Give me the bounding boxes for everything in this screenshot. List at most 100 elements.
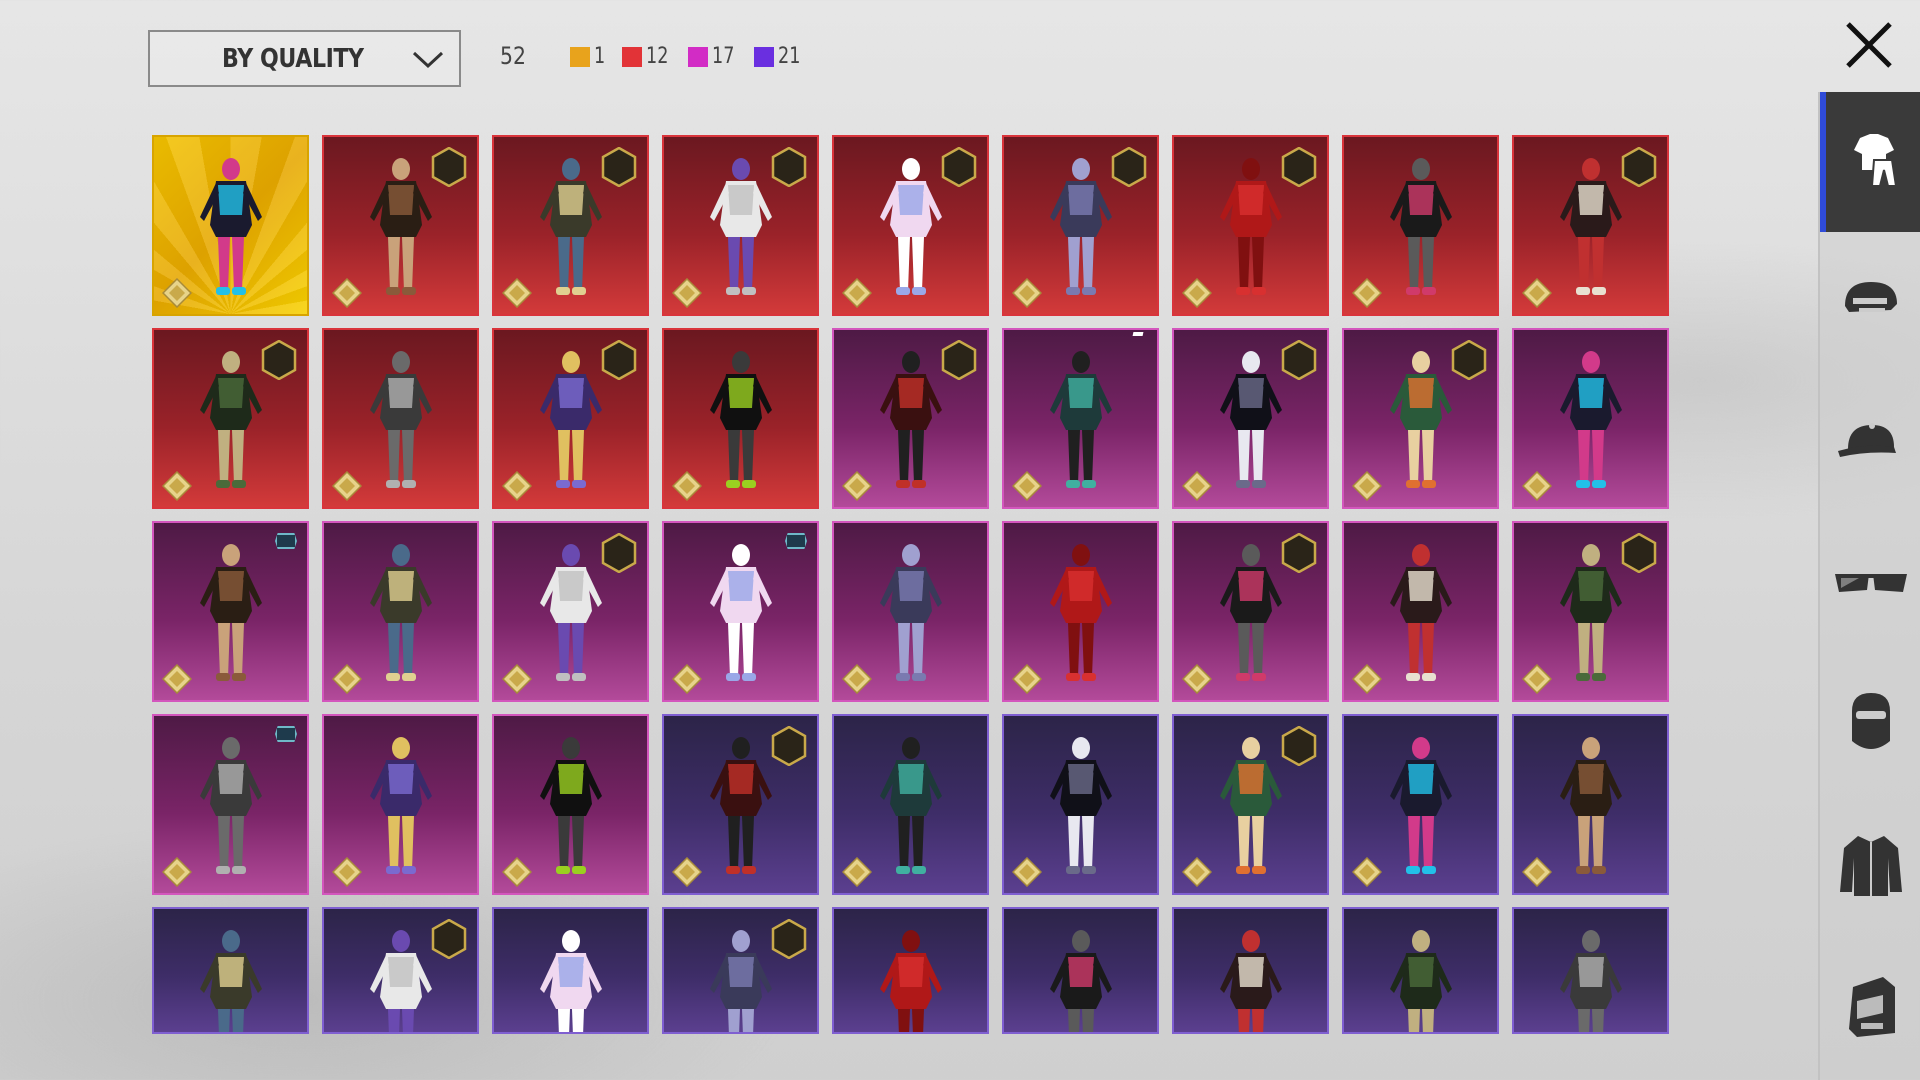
points-value xyxy=(332,278,368,308)
sidebar-item-jacket[interactable] xyxy=(1820,797,1920,937)
sidebar-item-backpack[interactable] xyxy=(1820,938,1920,1078)
outfit-tile[interactable] xyxy=(832,328,989,509)
outfit-tile[interactable] xyxy=(832,714,989,895)
outfit-tile[interactable] xyxy=(1002,328,1159,509)
coin-icon xyxy=(332,857,362,887)
outfit-tile[interactable] xyxy=(662,907,819,1034)
outfit-tile[interactable] xyxy=(1002,907,1159,1034)
points-value xyxy=(162,664,198,694)
level-badge xyxy=(1451,340,1487,380)
outfit-tile[interactable] xyxy=(832,907,989,1034)
outfit-tile[interactable] xyxy=(152,521,309,702)
outfit-icon xyxy=(1844,130,1904,195)
outfit-tile[interactable] xyxy=(152,907,309,1034)
outfit-tile[interactable] xyxy=(662,135,819,316)
points-value xyxy=(842,664,878,694)
outfit-tile[interactable] xyxy=(1172,521,1329,702)
coin-icon xyxy=(162,664,192,694)
legend-swatch xyxy=(622,46,642,67)
outfit-tile[interactable] xyxy=(662,714,819,895)
outfit-tile[interactable] xyxy=(152,714,309,895)
outfit-tile[interactable] xyxy=(322,328,479,509)
season-tag xyxy=(275,533,297,549)
coin-icon xyxy=(1522,278,1552,308)
outfit-tile[interactable] xyxy=(152,135,309,316)
sort-dropdown[interactable]: BY QUALITY xyxy=(148,30,461,87)
outfit-tile[interactable] xyxy=(322,135,479,316)
coin-icon xyxy=(672,664,702,694)
coin-icon xyxy=(332,278,362,308)
outfit-tile[interactable] xyxy=(322,521,479,702)
outfit-tile[interactable] xyxy=(662,521,819,702)
outfit-image xyxy=(186,155,276,310)
outfit-tile[interactable] xyxy=(1512,328,1669,509)
outfit-tile[interactable] xyxy=(1172,135,1329,316)
outfit-image xyxy=(1206,927,1296,1032)
outfit-tile[interactable] xyxy=(832,135,989,316)
outfit-tile[interactable] xyxy=(492,135,649,316)
outfit-tile[interactable] xyxy=(492,328,649,509)
sidebar-item-glasses[interactable] xyxy=(1820,515,1920,655)
outfit-tile[interactable] xyxy=(322,907,479,1034)
outfit-tile[interactable] xyxy=(1512,135,1669,316)
legend-item: 17 xyxy=(688,44,740,69)
outfit-tile[interactable] xyxy=(1342,907,1499,1034)
outfit-tile[interactable] xyxy=(492,907,649,1034)
level-badge xyxy=(941,147,977,187)
coin-icon xyxy=(502,278,532,308)
legend-item: 1 xyxy=(570,44,608,69)
coin-icon xyxy=(1182,857,1212,887)
points-value xyxy=(332,471,368,501)
outfit-tile[interactable] xyxy=(492,714,649,895)
points-value xyxy=(1182,471,1218,501)
coin-icon xyxy=(502,857,532,887)
outfit-tile[interactable] xyxy=(152,328,309,509)
outfit-tile[interactable] xyxy=(1512,521,1669,702)
sidebar-item-helmet[interactable] xyxy=(1820,233,1920,373)
coin-icon xyxy=(1522,664,1552,694)
outfit-tile[interactable] xyxy=(1512,714,1669,895)
outfit-tile[interactable] xyxy=(1342,521,1499,702)
coin-icon xyxy=(842,857,872,887)
outfit-image xyxy=(1376,734,1466,889)
outfit-tile[interactable] xyxy=(1002,521,1159,702)
outfit-tile[interactable] xyxy=(1342,328,1499,509)
outfit-image xyxy=(356,734,446,889)
brand-tag xyxy=(1137,533,1147,537)
outfit-tile[interactable] xyxy=(1002,135,1159,316)
coin-icon xyxy=(162,857,192,887)
outfit-tile[interactable] xyxy=(1172,907,1329,1034)
coin-icon xyxy=(1012,471,1042,501)
coin-icon xyxy=(1012,857,1042,887)
outfit-tile[interactable] xyxy=(492,521,649,702)
level-badge xyxy=(261,340,297,380)
coin-icon xyxy=(842,471,872,501)
backpack-icon xyxy=(1843,973,1899,1044)
sidebar-item-outfit[interactable] xyxy=(1820,92,1920,232)
outfit-tile[interactable] xyxy=(322,714,479,895)
sidebar-item-cap[interactable] xyxy=(1820,374,1920,514)
points-value xyxy=(502,471,538,501)
points-value xyxy=(332,664,368,694)
coin-icon xyxy=(1012,278,1042,308)
points-value xyxy=(672,278,708,308)
outfit-tile[interactable] xyxy=(832,521,989,702)
outfit-tile[interactable] xyxy=(1002,714,1159,895)
close-icon[interactable] xyxy=(1840,16,1898,74)
points-value xyxy=(162,471,198,501)
points-value xyxy=(1522,857,1558,887)
outfit-tile[interactable] xyxy=(662,328,819,509)
sidebar-item-mask[interactable] xyxy=(1820,656,1920,796)
outfit-tile[interactable] xyxy=(1172,714,1329,895)
outfit-tile[interactable] xyxy=(1512,907,1669,1034)
coin-icon xyxy=(332,664,362,694)
outfit-tile[interactable] xyxy=(1342,135,1499,316)
level-badge xyxy=(771,147,807,187)
coin-icon xyxy=(672,857,702,887)
coin-icon xyxy=(1522,857,1552,887)
outfit-tile[interactable] xyxy=(1172,328,1329,509)
outfit-image xyxy=(1036,348,1126,503)
outfit-image xyxy=(1036,927,1126,1032)
legend-count: 1 xyxy=(594,44,606,69)
outfit-tile[interactable] xyxy=(1342,714,1499,895)
